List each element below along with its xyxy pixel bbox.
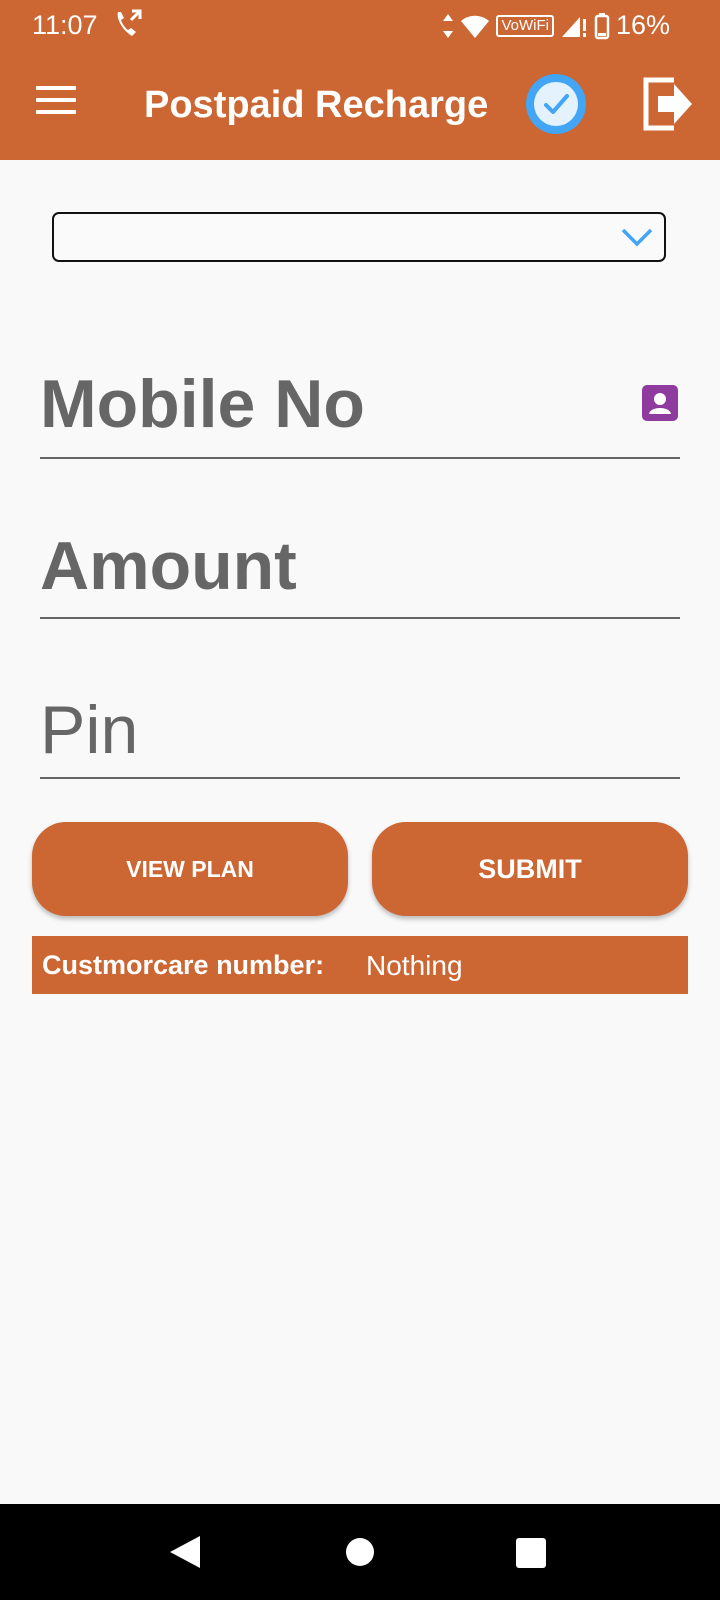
amount-field[interactable]: Amount — [40, 515, 680, 619]
pin-field[interactable]: Pin — [40, 675, 680, 779]
mobile-number-field[interactable]: Mobile No — [40, 355, 680, 459]
battery-percent: 16% — [615, 10, 670, 40]
recents-icon[interactable] — [516, 1538, 546, 1568]
app-bar: 11:07 VoWiFi 16% Postpaid Recharge — [0, 0, 720, 160]
battery-icon — [594, 12, 610, 39]
submit-button[interactable]: SUBMIT — [372, 822, 688, 916]
data-arrows-icon — [443, 13, 454, 38]
status-time: 11:07 — [32, 10, 98, 40]
customer-care-label: Custmorcare number: — [42, 950, 325, 980]
mobile-number-label: Mobile No — [40, 366, 365, 442]
vowifi-badge: VoWiFi — [496, 14, 554, 37]
amount-label: Amount — [40, 528, 297, 604]
status-icons: VoWiFi 16% — [442, 10, 670, 41]
logout-icon[interactable] — [640, 72, 696, 136]
verified-check-icon[interactable] — [524, 72, 588, 136]
wifi-icon — [461, 15, 490, 38]
view-plan-button[interactable]: VIEW PLAN — [32, 822, 348, 916]
status-bar: 11:07 VoWiFi 16% — [0, 0, 720, 56]
customer-care-value: Nothing — [366, 950, 463, 981]
page-title: Postpaid Recharge — [144, 84, 489, 126]
signal-icon — [561, 16, 586, 37]
call-forward-icon — [117, 9, 142, 36]
back-icon[interactable] — [168, 1534, 202, 1570]
operator-dropdown[interactable] — [52, 212, 666, 262]
pin-label: Pin — [40, 692, 139, 768]
menu-icon[interactable] — [36, 86, 76, 116]
contact-picker-icon[interactable] — [642, 385, 678, 421]
chevron-down-icon — [621, 228, 653, 247]
customer-care-bar: Custmorcare number: Nothing — [32, 936, 688, 994]
system-navigation-bar — [0, 1504, 720, 1600]
home-icon[interactable] — [346, 1538, 374, 1566]
